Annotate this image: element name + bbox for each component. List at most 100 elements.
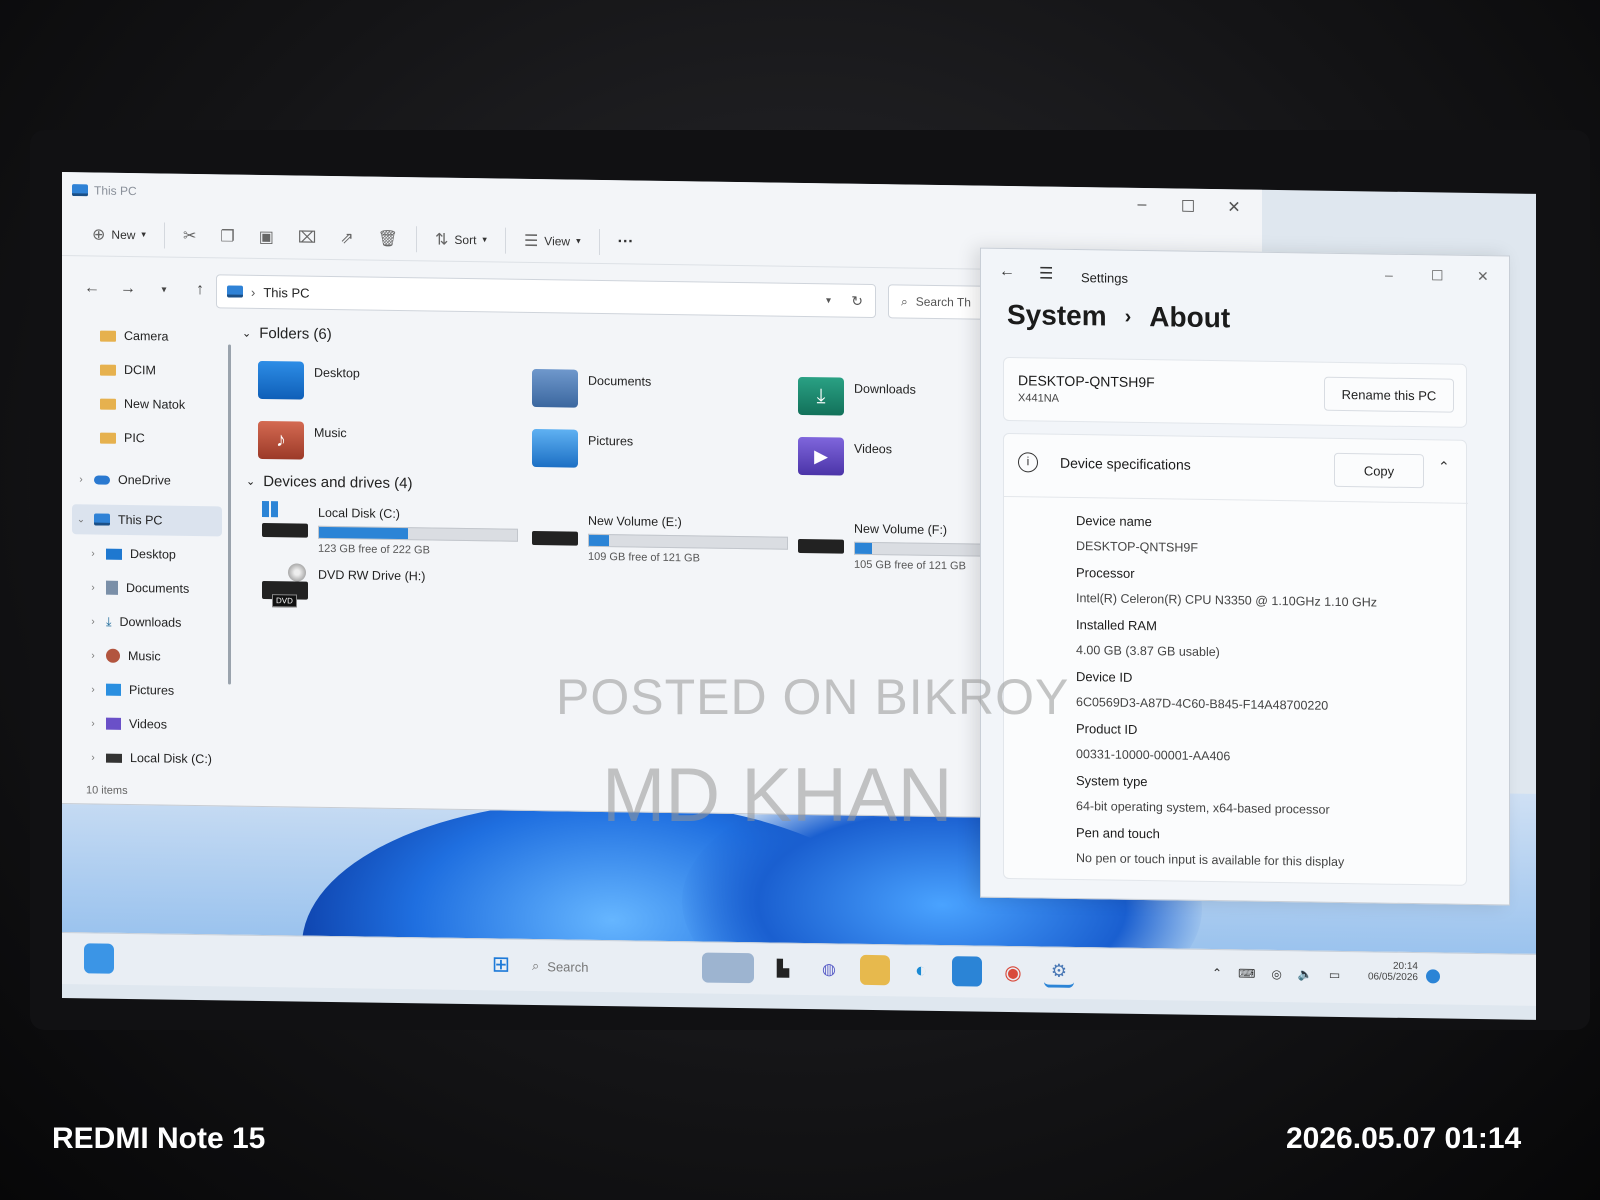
sidebar-scrollbar[interactable] [228,344,231,685]
search-icon: ⌕ [901,293,908,309]
sidebar-item-onedrive[interactable]: › OneDrive [72,464,222,496]
music-icon [106,648,120,663]
new-button[interactable]: ⊕ New ▾ [80,218,158,251]
folder-tile-music[interactable]: ♪ Music [258,420,347,460]
breadcrumb-system[interactable]: System [1007,299,1107,332]
chat-icon[interactable]: ◍ [814,954,844,984]
globe-icon[interactable]: ◎ [1271,967,1281,981]
sidebar-item-pic[interactable]: PIC [72,422,222,454]
folder-tile-downloads[interactable]: ⤓ Downloads [798,376,916,417]
laptop-screen: This PC – ☐ ✕ ⊕ New ▾ ✂ ❐ ▣ ⌧ ⇗ 🗑 ⇅ Sort… [62,172,1536,1020]
file-explorer-icon[interactable] [860,954,890,986]
volume-icon[interactable]: 🔈 [1298,967,1313,981]
dvd-badge: DVD [272,594,297,608]
sidebar-item-pictures[interactable]: › Pictures [72,674,222,706]
documents-folder-icon [532,368,578,408]
delete-button[interactable]: 🗑 [366,222,410,255]
chevron-down-icon: ⌄ [246,475,256,488]
widgets-icon[interactable] [84,943,114,974]
drives-section-header[interactable]: ⌄ Devices and drives (4) [246,473,412,492]
sidebar-item-documents[interactable]: › Documents [72,572,222,604]
document-icon [106,580,118,595]
sidebar-item-desktop[interactable]: › Desktop [72,538,222,570]
share-button[interactable]: ⇗ [328,221,365,254]
close-button[interactable]: ✕ [1224,197,1244,217]
settings-title: Settings [1081,270,1128,286]
clock[interactable]: 20:14 06/05/2026 [1354,960,1418,983]
rename-button[interactable]: ⌧ [286,221,328,254]
folder-tile-pictures[interactable]: Pictures [532,428,633,469]
drive-local-disk-c[interactable]: Local Disk (C:) 123 GB free of 222 GB [262,500,518,558]
chevron-down-icon: ⌄ [76,513,86,525]
camera-datetime-stamp: 2026.05.07 01:14 [1286,1122,1522,1155]
chevron-down-icon: ▾ [141,229,146,240]
address-dropdown-icon[interactable]: ▾ [826,295,831,306]
sidebar-item-music[interactable]: › Music [72,640,222,672]
notification-icon[interactable] [1426,969,1440,984]
chrome-icon[interactable]: ◉ [998,957,1028,987]
view-button[interactable]: ☰ View ▾ [512,224,593,257]
minimize-button[interactable]: – [1385,267,1393,283]
spec-value: 64-bit operating system, x64-based proce… [1076,799,1330,817]
view-label: View [544,233,571,249]
drive-dvd-rw-h[interactable]: DVD DVD RW Drive (H:) [262,563,425,608]
watermark-line-1: POSTED ON BIKROY [556,669,1070,725]
sidebar-item-dcim[interactable]: DCIM [72,354,222,386]
sidebar-item-downloads[interactable]: › ⤓ Downloads [72,606,222,638]
maximize-button[interactable]: ☐ [1178,197,1198,217]
sidebar-item-local-disk[interactable]: › Local Disk (C:) [72,742,222,774]
drive-label: New Volume (F:) [854,521,948,538]
sidebar-item-label: Camera [124,328,169,344]
rename-pc-button[interactable]: Rename this PC [1324,376,1454,413]
folder-tile-videos[interactable]: ▶ Videos [798,436,892,476]
settings-gear-icon[interactable]: ⚙ [1044,957,1074,989]
folder-tile-desktop[interactable]: Desktop [258,360,360,401]
close-button[interactable]: ✕ [1477,268,1489,285]
chevron-right-icon: › [91,615,95,627]
desktop-folder-icon [258,360,304,400]
chevron-right-icon: › [91,683,95,695]
maximize-button[interactable]: ☐ [1431,267,1444,284]
sidebar-item-camera[interactable]: Camera [72,320,222,352]
minimize-button[interactable]: – [1132,196,1152,214]
sidebar-item-new-natok[interactable]: New Natok [72,388,222,420]
back-button[interactable]: ← [74,279,110,298]
paste-button[interactable]: ▣ [247,220,286,253]
folder-tile-documents[interactable]: Documents [532,368,651,409]
sort-button[interactable]: ⇅ Sort ▾ [423,223,499,256]
refresh-icon[interactable]: ↻ [851,292,863,309]
drive-usage-fill [319,526,409,540]
drive-icon [798,517,844,558]
store-icon[interactable] [952,956,982,987]
chevron-down-icon: ▾ [482,234,487,245]
recent-locations-button[interactable]: ▾ [146,284,182,296]
folders-section-header[interactable]: ⌄ Folders (6) [242,325,332,343]
battery-icon[interactable]: ▭ [1329,968,1340,982]
snap-layouts-icon[interactable]: ▙ [768,953,798,983]
sidebar-item-this-pc[interactable]: ⌄ This PC [72,504,222,537]
chevron-up-icon[interactable]: ⌃ [1212,966,1222,980]
chevron-down-icon: ▾ [576,235,581,246]
forward-button[interactable]: → [110,280,146,299]
address-bar[interactable]: › This PC ▾ ↻ [216,274,876,319]
keyboard-icon[interactable]: ⌨ [1238,966,1255,980]
copy-button[interactable]: ❐ [208,220,246,253]
cut-button[interactable]: ✂ [171,219,208,252]
taskbar-search[interactable]: ⌕ Search [532,952,672,982]
edge-icon[interactable]: ◐ [906,956,936,986]
folders-header-label: Folders (6) [259,324,332,344]
drive-new-volume-f[interactable]: New Volume (F:) 105 GB free of 121 GB [798,517,984,573]
start-icon[interactable]: ⊞ [486,949,516,979]
copy-button[interactable]: Copy [1334,452,1424,489]
sidebar-item-label: OneDrive [118,472,171,488]
more-options-button[interactable]: ··· [606,226,646,259]
back-button[interactable]: ← [999,263,1015,281]
task-view-icon[interactable] [702,952,754,984]
sidebar-item-label: Downloads [119,614,182,630]
drive-new-volume-e[interactable]: New Volume (E:) 109 GB free of 121 GB [532,509,788,566]
up-button[interactable]: ↑ [182,281,218,300]
sidebar-item-videos[interactable]: › Videos [72,708,222,740]
menu-icon[interactable]: ☰ [1039,263,1053,283]
chevron-up-icon[interactable]: ⌃ [1438,458,1450,475]
this-pc-icon [94,513,110,526]
